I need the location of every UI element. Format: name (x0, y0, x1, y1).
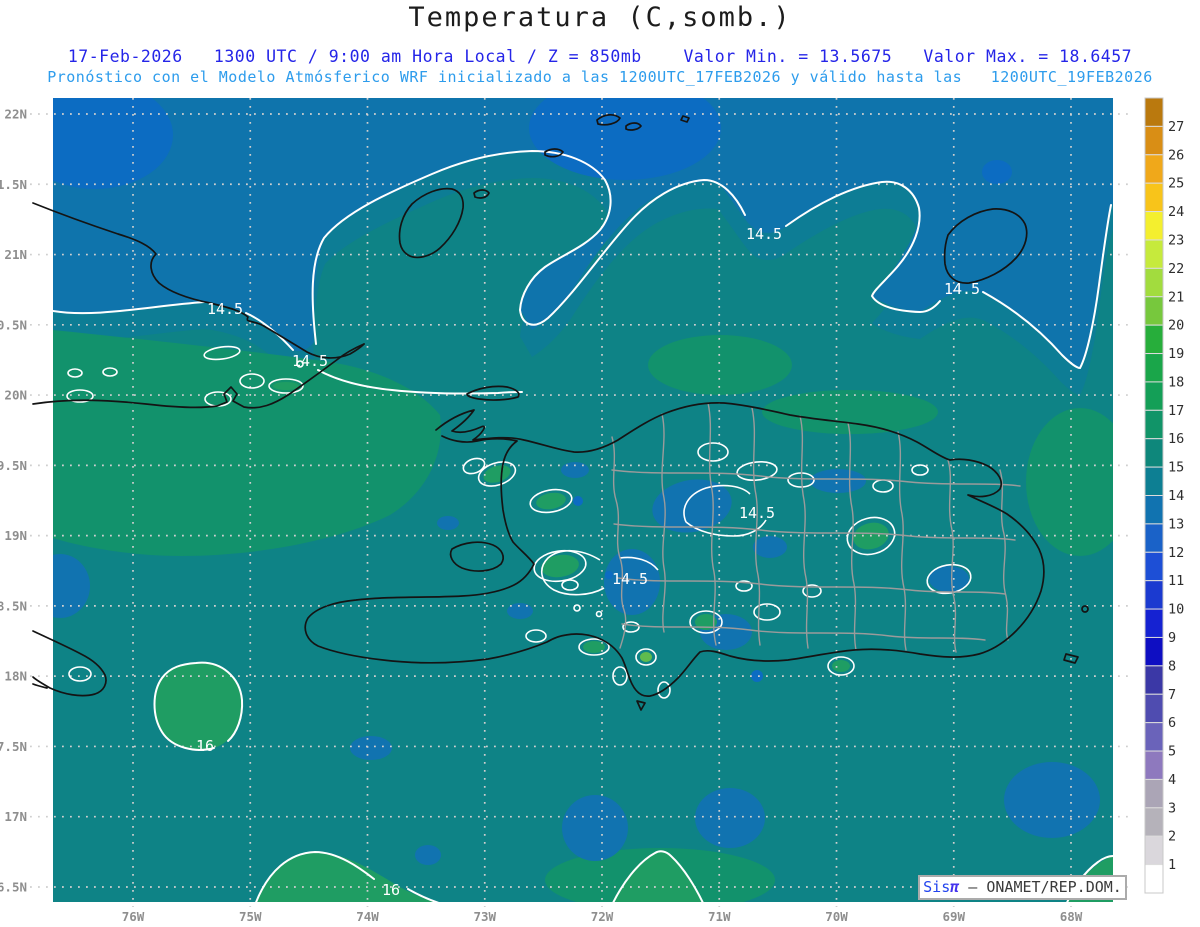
svg-text:14.5: 14.5 (746, 225, 782, 243)
weather-forecast-chart: Temperatura (C,somb.) 17-Feb-2026 1300 U… (0, 0, 1200, 927)
svg-text:14: 14 (1168, 488, 1184, 504)
branding-badge: Sisπ – ONAMET/REP.DOM. (918, 875, 1127, 900)
svg-text:6: 6 (1168, 715, 1176, 731)
svg-text:4: 4 (1168, 772, 1176, 788)
svg-text:72W: 72W (591, 909, 614, 924)
svg-text:7.5N: 7.5N (0, 739, 27, 754)
svg-text:68W: 68W (1060, 909, 1083, 924)
svg-text:19: 19 (1168, 346, 1184, 362)
page-title: Temperatura (C,somb.) (408, 2, 792, 33)
svg-text:9: 9 (1168, 630, 1176, 646)
svg-text:1.5N: 1.5N (0, 177, 27, 192)
svg-text:14.5: 14.5 (612, 570, 648, 588)
svg-text:8: 8 (1168, 658, 1176, 674)
svg-text:16: 16 (1168, 431, 1184, 447)
svg-text:18: 18 (1168, 374, 1184, 390)
branding-sis: Sis (923, 878, 951, 896)
svg-text:69W: 69W (942, 909, 965, 924)
svg-text:22N: 22N (4, 107, 27, 122)
svg-text:5: 5 (1168, 744, 1176, 760)
svg-text:9.5N: 9.5N (0, 458, 27, 473)
svg-text:73W: 73W (473, 909, 496, 924)
svg-text:12: 12 (1168, 545, 1184, 561)
svg-text:76W: 76W (122, 909, 145, 924)
svg-text:17: 17 (1168, 403, 1184, 419)
svg-text:16: 16 (382, 881, 400, 899)
svg-text:24: 24 (1168, 204, 1184, 220)
svg-text:11: 11 (1168, 573, 1184, 589)
map-canvas: 14.514.514.514.514.514.51616 22N1.5N21N0… (0, 97, 1184, 924)
svg-text:6.5N: 6.5N (0, 879, 27, 894)
svg-text:21: 21 (1168, 289, 1184, 305)
model-init-line: Pronóstico con el Modelo Atmósferico WRF… (47, 68, 1153, 86)
svg-text:16: 16 (196, 737, 214, 755)
svg-text:10: 10 (1168, 602, 1184, 618)
svg-text:14.5: 14.5 (292, 352, 328, 370)
svg-text:74W: 74W (356, 909, 379, 924)
svg-text:25: 25 (1168, 176, 1184, 192)
svg-text:71W: 71W (708, 909, 731, 924)
branding-agency: – ONAMET/REP.DOM. (959, 878, 1122, 896)
svg-text:14.5: 14.5 (739, 504, 775, 522)
latitude-labels: 22N 1.5N 21N 0.5N 20N 9.5N 19N 8.5N 18N 7.5N 17N 6.… (0, 107, 27, 895)
valid-time-line: 17-Feb-2026 1300 UTC / 9:00 am Hora Loca… (67, 47, 1133, 66)
longitude-labels: 76W 75W 74W 73W 72W 71W 70W 69W 68W (122, 909, 1083, 924)
svg-text:70W: 70W (825, 909, 848, 924)
colorbar (1144, 97, 1164, 894)
svg-text:23: 23 (1168, 232, 1184, 248)
svg-text:20N: 20N (4, 388, 27, 403)
svg-text:15: 15 (1168, 460, 1184, 476)
pi-symbol: π (950, 878, 960, 896)
svg-text:14.5: 14.5 (944, 280, 980, 298)
svg-text:21N: 21N (4, 247, 27, 262)
svg-text:20: 20 (1168, 318, 1184, 334)
temperature-field (53, 98, 1113, 902)
svg-text:14.5: 14.5 (207, 300, 243, 318)
colorbar-labels: 2726252423222120191817161514131211109876… (1168, 119, 1184, 873)
svg-text:2: 2 (1168, 829, 1176, 845)
svg-text:1: 1 (1168, 857, 1176, 873)
svg-text:19N: 19N (4, 528, 27, 543)
svg-text:3: 3 (1168, 800, 1176, 816)
svg-text:22: 22 (1168, 261, 1184, 277)
svg-text:13: 13 (1168, 516, 1184, 532)
svg-text:0.5N: 0.5N (0, 317, 27, 332)
svg-text:7: 7 (1168, 687, 1176, 703)
svg-text:8.5N: 8.5N (0, 598, 27, 613)
svg-text:27: 27 (1168, 119, 1184, 135)
svg-text:75W: 75W (239, 909, 262, 924)
svg-text:26: 26 (1168, 147, 1184, 163)
svg-text:18N: 18N (4, 669, 27, 684)
svg-text:17N: 17N (4, 809, 27, 824)
